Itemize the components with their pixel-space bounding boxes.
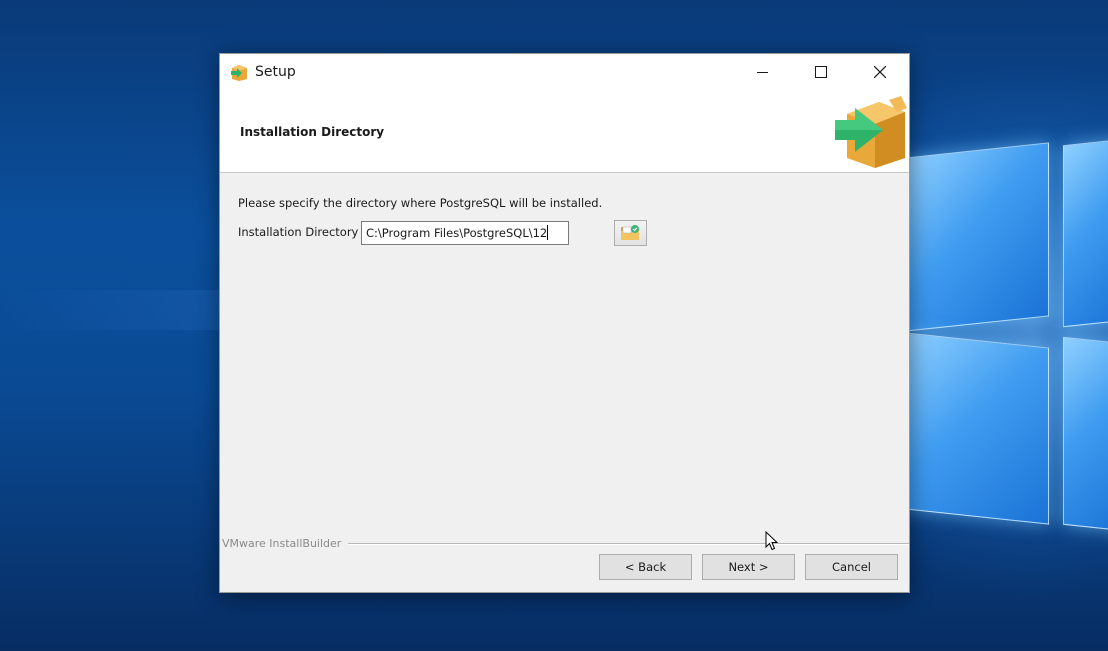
installation-directory-label: Installation Directory	[238, 225, 359, 239]
windows-logo-pane-top-right	[1063, 138, 1108, 328]
back-button[interactable]: < Back	[599, 554, 692, 580]
cancel-button[interactable]: Cancel	[805, 554, 898, 580]
close-icon	[874, 66, 886, 78]
maximize-icon	[815, 66, 827, 78]
minimize-button[interactable]	[740, 54, 786, 90]
close-button[interactable]	[857, 54, 903, 90]
next-button[interactable]: Next >	[702, 554, 795, 580]
installbuilder-brand: VMware InstallBuilder	[222, 537, 342, 550]
wizard-header: Installation Directory	[220, 90, 909, 173]
installer-box-arrow-icon	[835, 96, 907, 168]
minimize-icon	[757, 72, 768, 73]
setup-window: Setup Installation Directory Please spec…	[219, 53, 910, 593]
text-caret	[547, 225, 549, 240]
windows-logo-pane-bottom-right	[1063, 336, 1108, 532]
maximize-button[interactable]	[798, 54, 844, 90]
installation-directory-input[interactable]: C:\Program Files\PostgreSQL\12	[361, 221, 569, 245]
setup-app-icon	[231, 65, 247, 81]
title-bar[interactable]: Setup	[220, 54, 909, 90]
browse-button[interactable]	[614, 220, 647, 246]
windows-logo-pane-top-left	[905, 142, 1049, 332]
windows-logo-pane-bottom-left	[905, 332, 1049, 525]
folder-browse-icon	[621, 225, 639, 240]
window-title: Setup	[255, 64, 296, 80]
mouse-pointer-icon	[765, 531, 779, 551]
footer-divider	[348, 543, 909, 545]
installation-directory-value: C:\Program Files\PostgreSQL\12	[366, 226, 548, 240]
install-prompt-text: Please specify the directory where Postg…	[238, 196, 603, 210]
page-title: Installation Directory	[240, 125, 385, 139]
